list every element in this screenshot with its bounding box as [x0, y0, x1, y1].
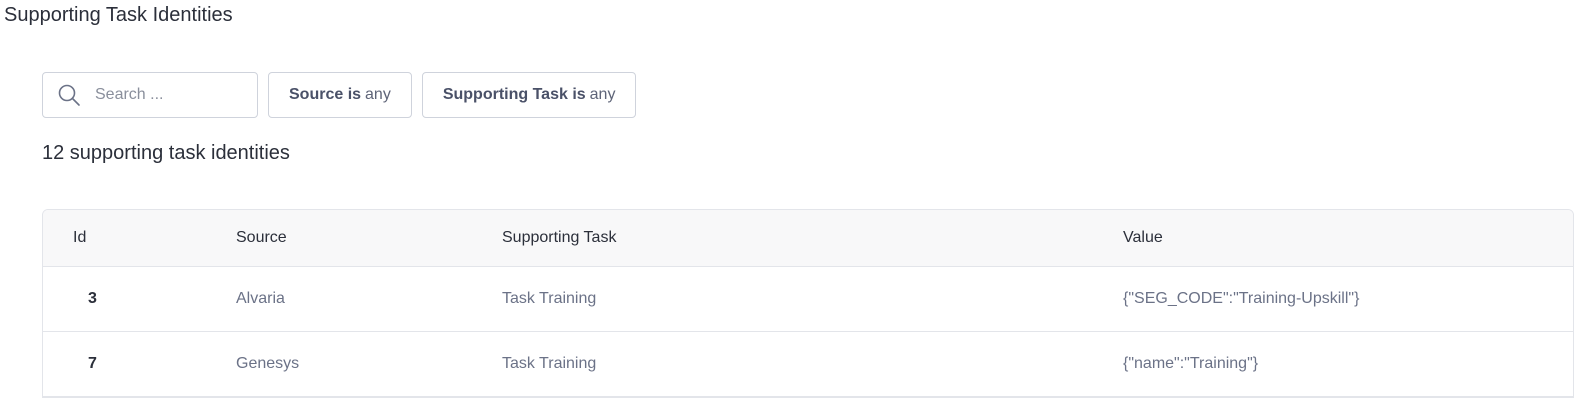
row-id: 3 [88, 289, 97, 307]
table-row[interactable]: 7 Genesys Task Training {"name":"Trainin… [43, 331, 1573, 396]
source-filter-value: any [365, 86, 391, 103]
source-filter-label: Source is [289, 86, 362, 103]
search-field[interactable] [42, 72, 258, 118]
search-input[interactable] [93, 85, 247, 105]
results-count: 12 supporting task identities [42, 142, 290, 164]
column-header-value[interactable]: Value [1123, 210, 1573, 267]
table-header-row: Id Source Supporting Task Value [43, 210, 1573, 267]
supporting-task-filter-label: Supporting Task is [442, 86, 586, 103]
column-header-source[interactable]: Source [236, 210, 502, 267]
row-supporting-task: Task Training [502, 354, 597, 372]
row-source: Genesys [236, 354, 300, 372]
page-title: Supporting Task Identities [4, 4, 233, 26]
filter-bar: Source is any Supporting Task is any [42, 72, 637, 118]
supporting-task-filter-value: any [589, 86, 616, 103]
row-value: {"name":"Training"} [1123, 354, 1259, 372]
column-header-id[interactable]: Id [43, 210, 236, 267]
row-source: Alvaria [236, 289, 285, 307]
row-supporting-task: Task Training [502, 289, 597, 307]
row-value: {"SEG_CODE":"Training-Upskill"} [1123, 289, 1360, 307]
identities-table: Id Source Supporting Task Value 3 Alvari… [42, 209, 1574, 398]
table-row[interactable]: 3 Alvaria Task Training {"SEG_CODE":"Tra… [43, 266, 1573, 331]
source-filter-button[interactable]: Source is any [268, 72, 412, 118]
row-id: 7 [88, 354, 97, 372]
column-header-supporting-task[interactable]: Supporting Task [502, 210, 1123, 267]
supporting-task-filter-button[interactable]: Supporting Task is any [421, 72, 637, 118]
search-icon [58, 84, 80, 106]
